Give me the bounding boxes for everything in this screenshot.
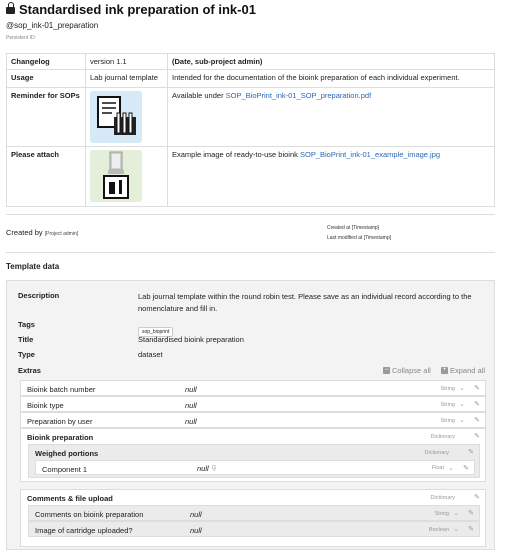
table-row: Usage Lab journal template Intended for …	[6, 69, 495, 88]
extra-unit: g	[212, 464, 216, 471]
table-cell: Please attach	[6, 146, 86, 207]
cartridge-image-icon	[90, 150, 142, 202]
timestamps: Created at [Timestamp] Last modified at …	[327, 223, 391, 243]
page-title: Standardised ink preparation of ink-01	[6, 2, 256, 17]
extra-row-preparation-by-user[interactable]: Preparation by user null String ⌄ ✎	[20, 412, 486, 428]
table-row: Please attach Example image of ready-to-…	[6, 146, 495, 207]
chevron-down-icon[interactable]: ⌄	[453, 525, 459, 533]
extra-key: Component 1	[42, 465, 88, 474]
extra-value[interactable]: null	[185, 417, 197, 426]
table-cell: Lab journal template	[85, 69, 168, 88]
last-modified: Last modified at [Timestamp]	[327, 235, 392, 241]
sop-pdf-link[interactable]: SOP_BioPrint_ink-01_SOP_preparation.pdf	[226, 91, 372, 100]
minus-icon: −	[383, 367, 390, 374]
pencil-icon[interactable]: ✎	[468, 448, 474, 456]
description-value: Lab journal template within the round ro…	[138, 292, 472, 313]
extra-key: Comments on bioink preparation	[35, 510, 144, 519]
created-at: Created at [Timestamp]	[327, 225, 380, 231]
type-value: dataset	[138, 350, 163, 359]
table-cell: (Date, sub-project admin)	[167, 53, 495, 70]
pencil-icon[interactable]: ✎	[474, 493, 480, 501]
extra-row-batch-number[interactable]: Bioink batch number null String ⌄ ✎	[20, 380, 486, 396]
extra-key: Bioink preparation	[27, 433, 94, 442]
pencil-icon[interactable]: ✎	[474, 432, 480, 440]
extra-type[interactable]: String	[435, 511, 449, 517]
reminder-text: Available under	[172, 91, 226, 100]
extra-row-bioink-type[interactable]: Bioink type null String ⌄ ✎	[20, 396, 486, 412]
table-cell: Available under SOP_BioPrint_ink-01_SOP_…	[167, 87, 495, 147]
chevron-down-icon[interactable]: ⌄	[453, 509, 459, 517]
extra-key: Image of cartridge uploaded?	[35, 526, 133, 535]
extra-key: Comments & file upload	[27, 494, 113, 503]
extra-row-comments-on-bioink[interactable]: Comments on bioink preparation null Stri…	[28, 505, 480, 521]
created-by: Created by [Project admin]	[6, 228, 78, 237]
extra-value[interactable]: null	[185, 401, 197, 410]
example-image-link[interactable]: SOP_BioPrint_ink-01_example_image.jpg	[300, 150, 440, 159]
chevron-down-icon[interactable]: ⌄	[459, 384, 465, 392]
pencil-icon[interactable]: ✎	[474, 416, 480, 424]
extra-key: Bioink batch number	[27, 385, 96, 394]
extra-type[interactable]: String	[441, 402, 455, 408]
pencil-icon[interactable]: ✎	[468, 509, 474, 517]
created-by-label: Created by	[6, 228, 43, 237]
record-handle: @sop_ink-01_preparation	[6, 21, 99, 30]
table-cell: Reminder for SOPs	[6, 87, 86, 147]
chevron-down-icon[interactable]: ⌄	[448, 464, 454, 472]
pencil-icon[interactable]: ✎	[474, 384, 480, 392]
extra-key: Bioink type	[27, 401, 64, 410]
pencil-icon[interactable]: ✎	[463, 464, 469, 472]
lock-icon	[6, 2, 15, 14]
extra-type[interactable]: Dictionary	[431, 434, 455, 440]
extra-value[interactable]: null	[185, 385, 197, 394]
pencil-icon[interactable]: ✎	[468, 525, 474, 533]
pencil-icon[interactable]: ✎	[474, 400, 480, 408]
plus-icon: +	[441, 367, 448, 374]
title-value: Standardised bioink preparation	[138, 335, 244, 344]
chevron-down-icon[interactable]: ⌄	[459, 400, 465, 408]
table-row: Changelog version 1.1 (Date, sub-project…	[6, 53, 495, 70]
table-cell: Changelog	[6, 53, 86, 70]
extra-type[interactable]: Boolean	[429, 527, 449, 533]
extra-type[interactable]: String	[441, 386, 455, 392]
expand-all-button[interactable]: + Expand all	[441, 366, 485, 375]
expand-all-label: Expand all	[450, 366, 486, 375]
table-cell: Intended for the documentation of the bi…	[167, 69, 495, 88]
tags-label: Tags	[18, 320, 35, 329]
attach-text: Example image of ready-to-use bioink	[172, 150, 300, 159]
table-cell	[85, 87, 168, 147]
extra-key: Preparation by user	[27, 417, 93, 426]
extra-type[interactable]: Dictionary	[431, 495, 455, 501]
document-tubes-icon	[90, 91, 142, 143]
title-label: Title	[18, 335, 34, 344]
divider	[6, 252, 495, 253]
extra-value[interactable]: null	[190, 526, 202, 535]
table-cell: Usage	[6, 69, 86, 88]
extra-key: Weighed portions	[35, 449, 99, 458]
extras-label: Extras	[18, 366, 41, 375]
divider	[6, 214, 495, 215]
extra-type[interactable]: Float	[432, 465, 444, 471]
extra-type[interactable]: String	[441, 418, 455, 424]
type-label: Type	[18, 350, 35, 359]
page-title-text: Standardised ink preparation of ink-01	[19, 2, 256, 17]
extra-value[interactable]: null	[197, 464, 209, 473]
collapse-all-label: Collapse all	[392, 366, 431, 375]
extra-value[interactable]: null	[190, 510, 202, 519]
table-cell: version 1.1	[85, 53, 168, 70]
table-cell	[85, 146, 168, 207]
created-by-value: [Project admin]	[44, 231, 79, 237]
extra-row-image-of-cartridge[interactable]: Image of cartridge uploaded? null Boolea…	[28, 521, 480, 537]
extra-row-component-1[interactable]: Component 1 null g Float ⌄ ✎	[35, 460, 475, 475]
extra-type[interactable]: Dictionary	[425, 450, 449, 456]
table-row: Reminder for SOPs Available under SOP_Bi…	[6, 87, 495, 147]
changelog-table: Changelog version 1.1 (Date, sub-project…	[6, 53, 495, 207]
table-cell: Example image of ready-to-use bioink SOP…	[167, 146, 495, 207]
template-data-heading: Template data	[6, 262, 60, 271]
description-label: Description	[18, 291, 60, 300]
chevron-down-icon[interactable]: ⌄	[459, 416, 465, 424]
collapse-all-button[interactable]: − Collapse all	[383, 366, 431, 375]
persistent-id-label: Persistent ID:	[6, 35, 37, 41]
